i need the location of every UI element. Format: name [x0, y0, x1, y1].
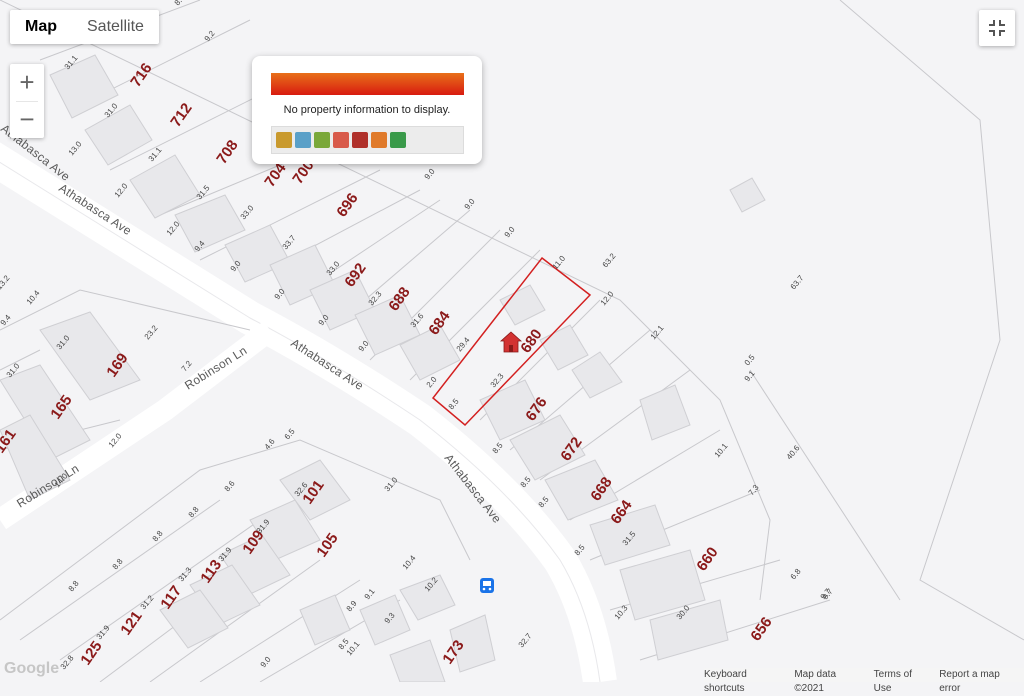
keyboard-shortcuts-link[interactable]: Keyboard shortcuts	[704, 668, 782, 694]
zoom-control: + −	[10, 64, 44, 138]
popup-message: No property information to display.	[283, 104, 451, 116]
map-type-control: Map Satellite	[10, 10, 159, 44]
map-type-map-button[interactable]: Map	[10, 10, 72, 44]
property-info-popup: No property information to display.	[252, 56, 482, 164]
directions-icon[interactable]	[390, 132, 406, 148]
street-view-icon[interactable]	[333, 132, 349, 148]
zoom-out-button[interactable]: −	[10, 101, 44, 138]
terms-link[interactable]: Terms of Use	[874, 668, 928, 694]
map-data-text: Map data ©2021	[794, 669, 837, 694]
google-logo: Google	[4, 660, 60, 677]
popup-toolbar	[271, 126, 464, 154]
map-type-satellite-button[interactable]: Satellite	[72, 10, 159, 44]
exit-fullscreen-icon	[989, 20, 1005, 36]
report-error-link[interactable]: Report a map error	[939, 668, 1016, 694]
map-view-icon[interactable]	[295, 132, 311, 148]
popup-header-bar	[271, 73, 464, 95]
bus-stop-icon[interactable]	[480, 578, 494, 593]
photo-gallery-icon[interactable]	[352, 132, 368, 148]
map-attribution: Keyboard shortcuts Map data ©2021 Terms …	[704, 668, 1024, 694]
contact-icon[interactable]	[276, 132, 292, 148]
map-canvas[interactable]: Athabasca AveAthabasca AveAthabasca AveR…	[0, 0, 1024, 682]
exit-fullscreen-button[interactable]	[979, 10, 1015, 46]
zoom-in-button[interactable]: +	[10, 64, 44, 101]
zoom-divider	[16, 101, 38, 102]
pin-icon[interactable]	[371, 132, 387, 148]
satellite-view-icon[interactable]	[314, 132, 330, 148]
